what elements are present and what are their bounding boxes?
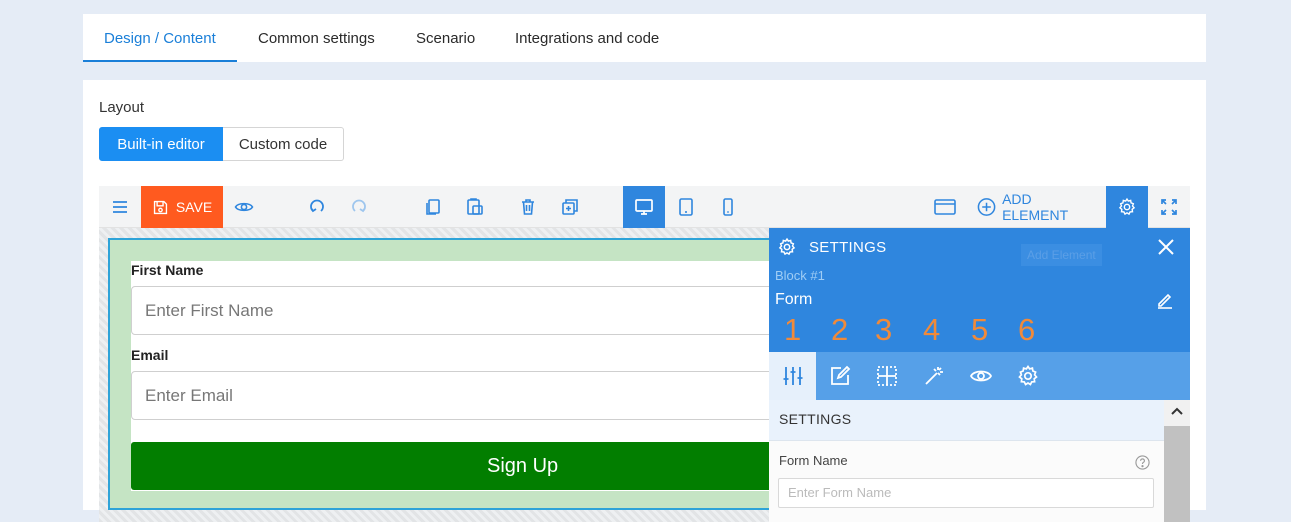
fullscreen-icon[interactable] xyxy=(1148,186,1190,228)
tablet-view-icon[interactable] xyxy=(665,186,707,228)
step-number-3: 3 xyxy=(875,312,893,347)
close-icon[interactable] xyxy=(1157,238,1175,256)
email-input[interactable]: Enter Email xyxy=(131,371,811,420)
copy-icon[interactable] xyxy=(412,186,454,228)
tab-bar: Design / Content Common settings Scenari… xyxy=(83,14,1206,62)
edit-content-icon[interactable] xyxy=(816,352,863,400)
tab-common-settings[interactable]: Common settings xyxy=(258,14,375,62)
add-element-ghost-label: Add Element xyxy=(1021,244,1102,266)
first-name-label: First Name xyxy=(131,262,204,278)
builtin-editor-button[interactable]: Built-in editor xyxy=(99,127,223,161)
undo-icon[interactable] xyxy=(296,186,338,228)
settings-panel: Add Element SETTINGS Block #1 Form 1 2 3… xyxy=(769,228,1190,522)
preview-eye-icon[interactable] xyxy=(223,186,265,228)
plus-circle-icon xyxy=(977,198,996,216)
desktop-view-icon[interactable] xyxy=(623,186,665,228)
browser-window-icon[interactable] xyxy=(924,186,966,228)
form-name-label: Form Name xyxy=(779,453,848,468)
step-number-1: 1 xyxy=(784,312,802,347)
tab-scenario[interactable]: Scenario xyxy=(416,14,475,62)
step-number-2: 2 xyxy=(831,312,849,347)
help-icon[interactable] xyxy=(1135,455,1150,470)
settings-section-header[interactable]: SETTINGS xyxy=(769,400,1164,441)
save-button[interactable]: SAVE xyxy=(141,186,223,228)
settings-panel-body: SETTINGS Form Name Enter Form Name xyxy=(769,400,1190,522)
builder-editor: SAVE ADD ELEMENT First Name Enter First … xyxy=(99,186,1190,522)
settings-panel-header: Add Element SETTINGS Block #1 Form 1 2 3… xyxy=(769,228,1190,352)
advanced-gear-icon[interactable] xyxy=(1004,352,1051,400)
step-number-6: 6 xyxy=(1018,312,1036,347)
gear-icon xyxy=(778,237,796,256)
editor-toolbar: SAVE ADD ELEMENT xyxy=(99,186,1190,228)
block-label: Block #1 xyxy=(775,268,825,283)
layout-label: Layout xyxy=(99,99,145,116)
delete-icon[interactable] xyxy=(507,186,549,228)
step-number-4: 4 xyxy=(923,312,941,347)
signup-form: First Name Enter First Name Email Enter … xyxy=(131,261,811,491)
save-label: SAVE xyxy=(175,199,213,215)
tab-design-content[interactable]: Design / Content xyxy=(104,14,216,62)
email-label: Email xyxy=(131,347,169,363)
chevron-up-icon[interactable] xyxy=(1170,406,1184,416)
add-element-label: ADD ELEMENT xyxy=(1002,191,1069,223)
first-name-input[interactable]: Enter First Name xyxy=(131,286,811,335)
magic-wand-icon[interactable] xyxy=(910,352,957,400)
custom-code-button[interactable]: Custom code xyxy=(223,127,344,161)
element-name: Form xyxy=(775,291,813,308)
form-block[interactable]: First Name Enter First Name Email Enter … xyxy=(108,238,811,510)
settings-panel-title: SETTINGS xyxy=(809,239,887,256)
paste-icon[interactable] xyxy=(454,186,496,228)
redo-icon[interactable] xyxy=(338,186,380,228)
panel-scrollbar[interactable] xyxy=(1164,400,1190,522)
duplicate-icon[interactable] xyxy=(549,186,591,228)
mobile-view-icon[interactable] xyxy=(707,186,749,228)
add-element-button[interactable]: ADD ELEMENT xyxy=(977,186,1097,228)
pencil-icon[interactable] xyxy=(1156,291,1174,309)
form-name-input[interactable]: Enter Form Name xyxy=(778,478,1154,508)
visibility-eye-icon[interactable] xyxy=(957,352,1004,400)
active-tab-indicator xyxy=(83,60,237,62)
signup-button[interactable]: Sign Up xyxy=(131,442,811,490)
scroll-thumb[interactable] xyxy=(1164,426,1190,522)
floppy-icon xyxy=(153,200,167,214)
menu-icon[interactable] xyxy=(99,186,141,228)
settings-gear-icon[interactable] xyxy=(1106,186,1148,228)
tab-integrations-code[interactable]: Integrations and code xyxy=(515,14,659,62)
sliders-icon[interactable] xyxy=(769,352,816,400)
step-number-5: 5 xyxy=(971,312,989,347)
settings-tab-row xyxy=(769,352,1190,400)
grid-spacing-icon[interactable] xyxy=(863,352,910,400)
